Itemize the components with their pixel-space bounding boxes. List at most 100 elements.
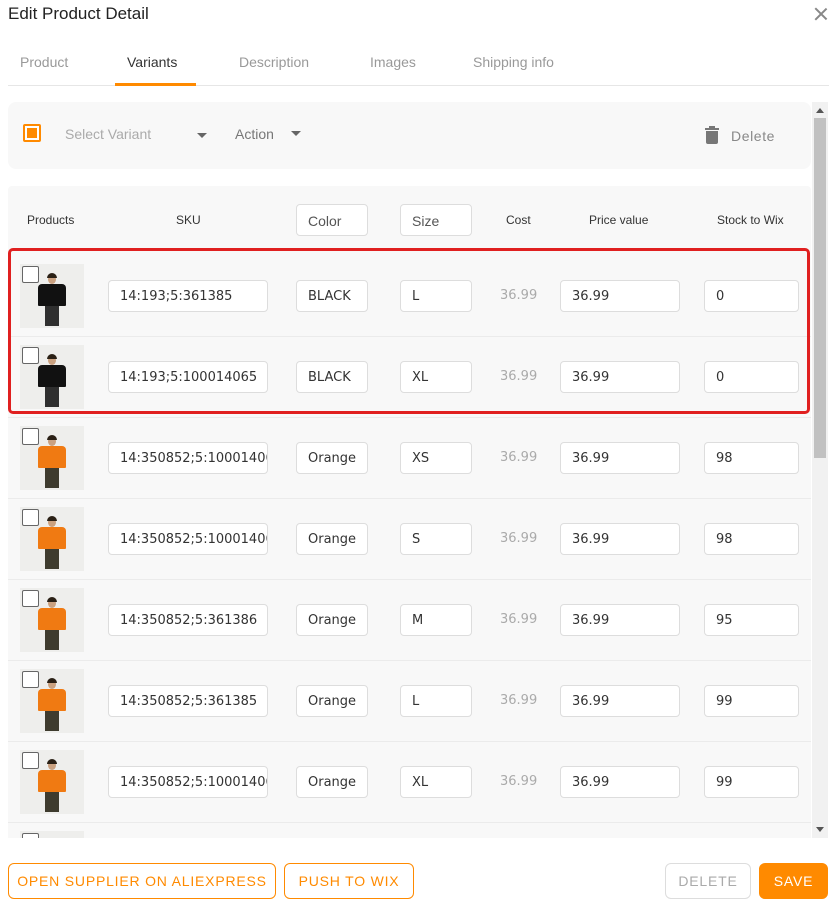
legs-shape bbox=[45, 630, 59, 650]
sku-input[interactable]: 14:350852;5:100014064 bbox=[108, 523, 268, 555]
sku-input[interactable]: 14:193;5:361385 bbox=[108, 280, 268, 312]
stock-input[interactable]: 98 bbox=[704, 523, 799, 555]
size-input[interactable]: M bbox=[400, 604, 472, 636]
size-input[interactable]: L bbox=[400, 280, 472, 312]
select-all-checkbox[interactable] bbox=[23, 124, 41, 142]
table-row: 14:350852;5:100014064 Orange S 36.99 36.99 98 bbox=[8, 499, 811, 580]
cost-value: 36.99 bbox=[500, 531, 538, 546]
table-row: 14:193;5:361385 BLACK L 36.99 36.99 0 bbox=[8, 256, 811, 337]
row-checkbox[interactable] bbox=[22, 833, 39, 838]
person-image bbox=[38, 435, 66, 490]
stock-input[interactable]: 99 bbox=[704, 766, 799, 798]
color-input[interactable]: Orange bbox=[296, 523, 368, 555]
color-input[interactable]: Orange bbox=[296, 685, 368, 717]
save-button[interactable]: SAVE bbox=[759, 863, 828, 899]
legs-shape bbox=[45, 387, 59, 407]
price-input[interactable]: 36.99 bbox=[560, 766, 680, 798]
stock-input[interactable]: 95 bbox=[704, 604, 799, 636]
size-input[interactable]: XL bbox=[400, 361, 472, 393]
header-sku: SKU bbox=[176, 213, 201, 227]
price-input[interactable]: 36.99 bbox=[560, 685, 680, 717]
header-color-button[interactable]: Color bbox=[296, 204, 368, 236]
stock-input[interactable]: 99 bbox=[704, 685, 799, 717]
legs-shape bbox=[45, 711, 59, 731]
tab-product[interactable]: Product bbox=[20, 54, 68, 70]
bulk-action-bar: Select Variant Action Delete bbox=[8, 102, 811, 169]
scroll-up-icon[interactable] bbox=[816, 108, 824, 113]
header-price: Price value bbox=[589, 213, 649, 227]
legs-shape bbox=[45, 549, 59, 569]
row-checkbox[interactable] bbox=[22, 347, 39, 364]
price-input[interactable]: 36.99 bbox=[560, 361, 680, 393]
shirt-shape bbox=[38, 689, 66, 711]
person-image bbox=[38, 354, 66, 409]
price-input[interactable]: 36.99 bbox=[560, 604, 680, 636]
shirt-shape bbox=[38, 284, 66, 306]
price-input[interactable]: 36.99 bbox=[560, 442, 680, 474]
person-image bbox=[38, 678, 66, 733]
push-to-wix-button[interactable]: PUSH TO WIX bbox=[284, 863, 414, 899]
color-input[interactable]: Orange bbox=[296, 604, 368, 636]
shirt-shape bbox=[38, 527, 66, 549]
row-checkbox[interactable] bbox=[22, 671, 39, 688]
size-input[interactable]: L bbox=[400, 685, 472, 717]
size-input[interactable]: S bbox=[400, 523, 472, 555]
row-checkbox[interactable] bbox=[22, 590, 39, 607]
select-variant-dropdown[interactable]: Select Variant bbox=[65, 126, 151, 142]
size-input[interactable]: XS bbox=[400, 442, 472, 474]
open-supplier-button[interactable]: OPEN SUPPLIER ON ALIEXPRESS bbox=[8, 863, 276, 899]
table-row bbox=[8, 823, 811, 838]
row-checkbox[interactable] bbox=[22, 428, 39, 445]
tab-images[interactable]: Images bbox=[370, 54, 416, 70]
stock-input[interactable]: 0 bbox=[704, 361, 799, 393]
size-input[interactable]: XL bbox=[400, 766, 472, 798]
active-tab-indicator bbox=[115, 83, 196, 86]
hair-shape bbox=[47, 516, 57, 521]
tab-variants[interactable]: Variants bbox=[127, 54, 177, 70]
hair-shape bbox=[47, 273, 57, 278]
shirt-shape bbox=[38, 770, 66, 792]
price-input[interactable]: 36.99 bbox=[560, 523, 680, 555]
sku-input[interactable]: 14:350852;5:100014064 bbox=[108, 442, 268, 474]
tab-description[interactable]: Description bbox=[239, 54, 309, 70]
row-checkbox[interactable] bbox=[22, 752, 39, 769]
scroll-down-icon[interactable] bbox=[816, 827, 824, 832]
cost-value: 36.99 bbox=[500, 450, 538, 465]
cost-value: 36.99 bbox=[500, 693, 538, 708]
trash-icon[interactable] bbox=[705, 126, 719, 144]
sku-input[interactable]: 14:350852;5:100014065 bbox=[108, 766, 268, 798]
header-cost: Cost bbox=[506, 213, 531, 227]
hair-shape bbox=[47, 597, 57, 602]
delete-variants-button[interactable]: Delete bbox=[731, 128, 775, 144]
color-input[interactable]: Orange bbox=[296, 766, 368, 798]
table-row: 14:350852;5:361385 Orange L 36.99 36.99 99 bbox=[8, 661, 811, 742]
action-dropdown[interactable]: Action bbox=[235, 126, 274, 142]
chevron-down-icon[interactable] bbox=[197, 133, 207, 138]
sku-input[interactable]: 14:350852;5:361385 bbox=[108, 685, 268, 717]
dialog-title: Edit Product Detail bbox=[8, 4, 149, 23]
sku-input[interactable]: 14:193;5:100014065 bbox=[108, 361, 268, 393]
stock-input[interactable]: 98 bbox=[704, 442, 799, 474]
cost-value: 36.99 bbox=[500, 774, 538, 789]
color-input[interactable]: BLACK bbox=[296, 280, 368, 312]
color-input[interactable]: BLACK bbox=[296, 361, 368, 393]
color-input[interactable]: Orange bbox=[296, 442, 368, 474]
chevron-down-icon[interactable] bbox=[291, 131, 301, 136]
person-image bbox=[38, 273, 66, 328]
cost-value: 36.99 bbox=[500, 369, 538, 384]
sku-input[interactable]: 14:350852;5:361386 bbox=[108, 604, 268, 636]
row-checkbox[interactable] bbox=[22, 509, 39, 526]
legs-shape bbox=[45, 468, 59, 488]
row-checkbox[interactable] bbox=[22, 266, 39, 283]
stock-input[interactable]: 0 bbox=[704, 280, 799, 312]
table-row: 14:193;5:100014065 BLACK XL 36.99 36.99 0 bbox=[8, 337, 811, 418]
price-input[interactable]: 36.99 bbox=[560, 280, 680, 312]
tab-shipping-info[interactable]: Shipping info bbox=[473, 54, 554, 70]
delete-button[interactable]: DELETE bbox=[665, 863, 751, 899]
scrollbar-thumb[interactable] bbox=[814, 118, 826, 458]
hair-shape bbox=[47, 354, 57, 359]
scrollbar[interactable] bbox=[812, 102, 828, 838]
close-icon[interactable] bbox=[813, 6, 829, 22]
variants-table: Products SKU Color Size Cost Price value… bbox=[8, 186, 811, 838]
header-size-button[interactable]: Size bbox=[400, 204, 472, 236]
